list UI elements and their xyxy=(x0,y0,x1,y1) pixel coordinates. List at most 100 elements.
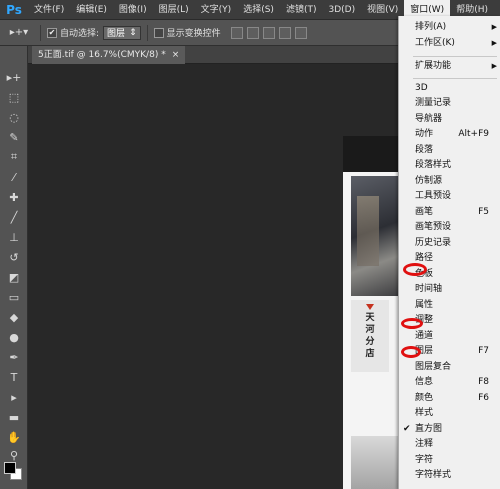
show-transform-label: 显示变换控件 xyxy=(166,29,221,39)
auto-select-dropdown[interactable]: 图层 ⇕ xyxy=(103,25,141,40)
align-bottom-icon[interactable] xyxy=(262,26,275,39)
menu-select[interactable]: 选择(S) xyxy=(237,0,280,20)
menu-item-label: 画笔 xyxy=(415,207,434,217)
align-top-icon[interactable] xyxy=(230,26,243,39)
move-tool-icon[interactable]: ▸+ xyxy=(4,68,24,86)
menu-item-history[interactable]: 历史记录 xyxy=(399,236,500,251)
dodge-tool-icon[interactable]: ● xyxy=(4,328,24,346)
document-tab[interactable]: 5正面.tif @ 16.7%(CMYK/8) * × xyxy=(32,46,186,64)
menu-item-label: 段落 xyxy=(415,145,434,155)
menu-item-styles[interactable]: 样式 xyxy=(399,406,500,421)
align-left-icon[interactable] xyxy=(278,26,291,39)
menu-item-label: 历史记录 xyxy=(415,238,452,248)
menu-item-histogram[interactable]: ✔ 直方图 xyxy=(399,422,500,437)
auto-select-checkbox[interactable]: ✔ xyxy=(47,27,57,38)
foreground-color-swatch[interactable] xyxy=(4,462,16,474)
submenu-arrow-icon: ▶ xyxy=(491,23,497,31)
align-vcenter-icon[interactable] xyxy=(246,26,259,39)
menu-item-navigator[interactable]: 导航器 xyxy=(399,112,500,127)
menu-3d[interactable]: 3D(D) xyxy=(322,0,361,20)
menu-item-layer-comps[interactable]: 图层复合 xyxy=(399,360,500,375)
menu-layer[interactable]: 图层(L) xyxy=(153,0,195,20)
auto-select-label: 自动选择: xyxy=(60,29,100,39)
menu-item-label: 样式 xyxy=(415,408,434,418)
marquee-tool-icon[interactable]: ⬚ xyxy=(4,88,24,106)
crop-tool-icon[interactable]: ⌗ xyxy=(4,148,24,166)
menu-item-label: 3D xyxy=(415,83,428,93)
store-label: 天 河 分 店 xyxy=(351,300,389,372)
menu-filter[interactable]: 滤镜(T) xyxy=(280,0,323,20)
menu-shortcut: F8 xyxy=(478,377,489,387)
menu-item-character[interactable]: 字符 xyxy=(399,453,500,468)
lasso-tool-icon[interactable]: ◌ xyxy=(4,108,24,126)
menu-item-info[interactable]: 信息 F8 xyxy=(399,375,500,390)
document-title: 5正面.tif @ 16.7%(CMYK/8) * xyxy=(38,50,166,60)
menu-item-character-styles[interactable]: 字符样式 xyxy=(399,468,500,483)
blur-tool-icon[interactable]: ◆ xyxy=(4,308,24,326)
menu-item-arrange[interactable]: 排列(A) ▶ xyxy=(399,20,500,35)
menu-item-workspace[interactable]: 工作区(K) ▶ xyxy=(399,36,500,51)
clone-stamp-tool-icon[interactable]: ⊥ xyxy=(4,228,24,246)
menu-item-color[interactable]: 颜色 F6 xyxy=(399,391,500,406)
menu-item-label: 时间轴 xyxy=(415,284,443,294)
menu-item-clone-source[interactable]: 仿制源 xyxy=(399,174,500,189)
eraser-tool-icon[interactable]: ◩ xyxy=(4,268,24,286)
show-transform-checkbox[interactable] xyxy=(153,27,164,38)
menu-item-label: 信息 xyxy=(415,377,434,387)
menu-item-label: 工作区(K) xyxy=(415,38,455,48)
align-hcenter-icon[interactable] xyxy=(294,26,307,39)
brush-tool-icon[interactable]: ╱ xyxy=(4,208,24,226)
menu-item-label: 路径 xyxy=(415,253,434,263)
document-canvas[interactable]: 天 河 分 店 xyxy=(343,136,403,489)
store-label-char: 店 xyxy=(365,349,375,359)
menu-shortcut: F6 xyxy=(478,393,489,403)
menu-separator xyxy=(413,56,497,57)
auto-select-value: 图层 xyxy=(107,29,126,39)
triangle-marker-icon xyxy=(366,304,374,310)
menu-item-extensions[interactable]: 扩展功能 ▶ xyxy=(399,59,500,74)
canvas-area[interactable]: 天 河 分 店 xyxy=(28,64,403,489)
menu-item-label: 颜色 xyxy=(415,393,434,403)
menu-item-timeline[interactable]: 时间轴 xyxy=(399,282,500,297)
menu-item-tool-presets[interactable]: 工具预设 xyxy=(399,189,500,204)
photoshop-logo: Ps xyxy=(6,2,22,17)
divider xyxy=(40,24,41,41)
eyedropper-tool-icon[interactable]: ⁄ xyxy=(4,168,24,186)
path-selection-tool-icon[interactable]: ▸ xyxy=(4,388,24,406)
menu-edit[interactable]: 编辑(E) xyxy=(70,0,113,20)
gradient-tool-icon[interactable]: ▭ xyxy=(4,288,24,306)
menu-item-brush-presets[interactable]: 画笔预设 xyxy=(399,220,500,235)
quick-select-tool-icon[interactable]: ✎ xyxy=(4,128,24,146)
tools-panel: ▸+ ⬚ ◌ ✎ ⌗ ⁄ ✚ ╱ ⊥ ↺ ◩ ▭ ◆ ● ✒ T ▸ ▬ ✋ ⚲ xyxy=(0,46,28,489)
move-tool-preset-icon[interactable]: ▸+▾ xyxy=(4,23,34,43)
window-menu-dropdown: 排列(A) ▶ 工作区(K) ▶ 扩展功能 ▶ 3D 测量记录 导航器 动作 Alt+F… xyxy=(398,16,500,489)
menu-item-label: 排列(A) xyxy=(415,22,447,32)
menu-item-paragraph-styles[interactable]: 段落样式 xyxy=(399,158,500,173)
menu-item-measurement-log[interactable]: 测量记录 xyxy=(399,96,500,111)
type-tool-icon[interactable]: T xyxy=(4,368,24,386)
history-brush-tool-icon[interactable]: ↺ xyxy=(4,248,24,266)
menu-item-3d[interactable]: 3D xyxy=(399,81,500,96)
menu-item-channels[interactable]: 通道 xyxy=(399,329,500,344)
menu-item-label: 测量记录 xyxy=(415,98,452,108)
pen-tool-icon[interactable]: ✒ xyxy=(4,348,24,366)
menu-item-label: 字符样式 xyxy=(415,470,452,480)
close-icon[interactable]: × xyxy=(172,46,180,64)
rectangle-tool-icon[interactable]: ▬ xyxy=(4,408,24,426)
menu-type[interactable]: 文字(Y) xyxy=(195,0,238,20)
store-label-char: 河 xyxy=(365,325,375,335)
store-interior-photo xyxy=(351,176,403,296)
menu-item-properties[interactable]: 属性 xyxy=(399,298,500,313)
menu-separator xyxy=(413,78,497,79)
menu-item-label: 字符 xyxy=(415,455,434,465)
menu-item-notes[interactable]: 注释 xyxy=(399,437,500,452)
menu-item-label: 图层复合 xyxy=(415,362,452,372)
menu-item-actions[interactable]: 动作 Alt+F9 xyxy=(399,127,500,142)
menu-item-label: 导航器 xyxy=(415,114,443,124)
healing-brush-tool-icon[interactable]: ✚ xyxy=(4,188,24,206)
menu-image[interactable]: 图像(I) xyxy=(113,0,153,20)
menu-item-brush[interactable]: 画笔 F5 xyxy=(399,205,500,220)
menu-item-paragraph[interactable]: 段落 xyxy=(399,143,500,158)
menu-file[interactable]: 文件(F) xyxy=(28,0,70,20)
hand-tool-icon[interactable]: ✋ xyxy=(4,428,24,446)
